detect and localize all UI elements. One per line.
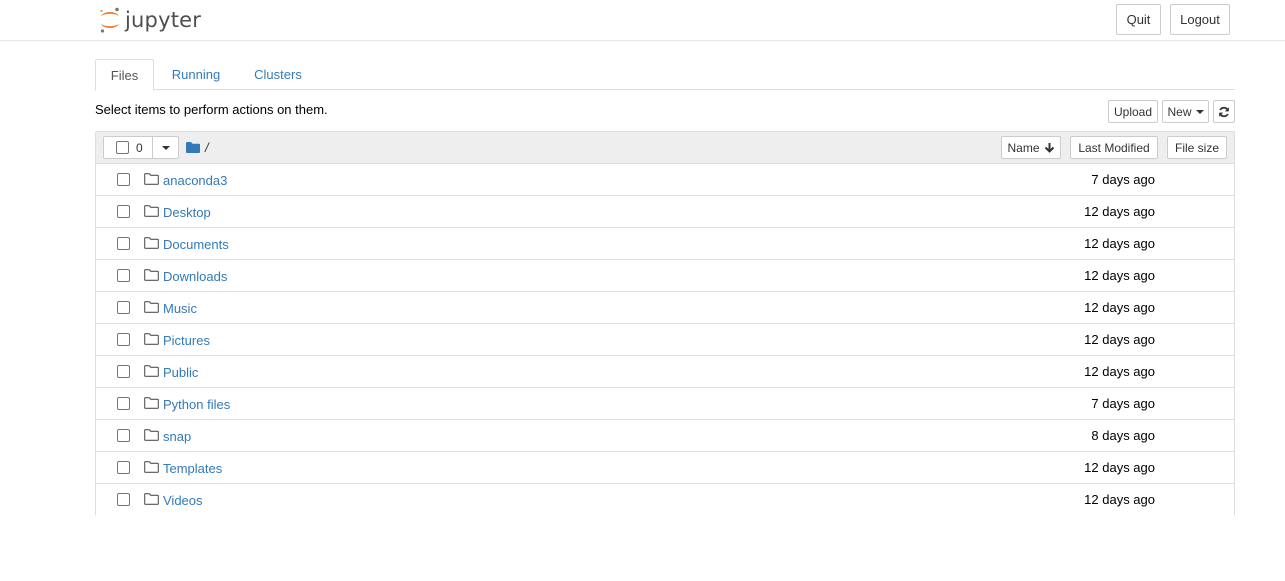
file-list-row[interactable]: Public 12 days ago <box>96 356 1234 388</box>
file-name-link[interactable]: Templates <box>163 461 222 476</box>
file-name-link[interactable]: Documents <box>163 237 229 252</box>
new-dropdown-button[interactable]: New <box>1162 100 1209 123</box>
file-name-link[interactable]: Music <box>163 301 197 316</box>
file-list-row[interactable]: Python files 7 days ago <box>96 388 1234 420</box>
folder-icon <box>144 333 159 348</box>
file-list-row[interactable]: Music 12 days ago <box>96 292 1234 324</box>
file-list-row[interactable]: snap 8 days ago <box>96 420 1234 452</box>
folder-icon <box>144 429 159 444</box>
jupyter-logo-icon <box>100 7 119 33</box>
sort-name-button[interactable]: Name <box>1001 136 1061 159</box>
breadcrumb-root[interactable]: / <box>205 140 209 155</box>
tab-bar: Files Running Clusters <box>95 59 1235 91</box>
logout-button[interactable]: Logout <box>1170 4 1230 35</box>
last-modified: 7 days ago <box>1091 172 1155 187</box>
sort-last-modified-button[interactable]: Last Modified <box>1070 136 1158 159</box>
folder-icon <box>144 461 159 476</box>
tab-files[interactable]: Files <box>95 59 154 91</box>
new-label: New <box>1167 104 1192 119</box>
file-list-row[interactable]: Templates 12 days ago <box>96 452 1234 484</box>
file-name-link[interactable]: snap <box>163 429 191 444</box>
folder-icon <box>144 301 159 316</box>
quit-button[interactable]: Quit <box>1116 4 1161 35</box>
refresh-icon <box>1219 106 1229 117</box>
arrow-down-icon <box>1044 143 1054 153</box>
row-checkbox[interactable] <box>117 237 130 250</box>
folder-icon <box>144 493 159 508</box>
file-list-row[interactable]: anaconda3 7 days ago <box>96 164 1234 196</box>
file-name-link[interactable]: anaconda3 <box>163 173 227 188</box>
row-checkbox[interactable] <box>117 397 130 410</box>
selection-hint: Select items to perform actions on them. <box>95 102 328 117</box>
last-modified: 12 days ago <box>1084 332 1155 347</box>
last-modified: 8 days ago <box>1091 428 1155 443</box>
file-list-row[interactable]: Documents 12 days ago <box>96 228 1234 260</box>
folder-icon <box>144 397 159 412</box>
last-modified: 12 days ago <box>1084 460 1155 475</box>
list-header: 0 / Name Last Modified File size <box>96 132 1234 164</box>
file-name-link[interactable]: Public <box>163 365 198 380</box>
select-all-group: 0 <box>103 136 179 159</box>
row-checkbox[interactable] <box>117 333 130 346</box>
last-modified: 12 days ago <box>1084 204 1155 219</box>
refresh-button[interactable] <box>1213 100 1235 123</box>
logo-text: jupyter <box>125 8 202 32</box>
row-checkbox[interactable] <box>117 461 130 474</box>
folder-icon <box>144 365 159 380</box>
row-checkbox[interactable] <box>117 301 130 314</box>
caret-down-icon <box>1195 109 1204 114</box>
breadcrumb[interactable]: / <box>186 140 209 155</box>
file-list-row[interactable]: Videos 12 days ago <box>96 484 1234 516</box>
folder-icon <box>186 142 200 153</box>
jupyter-logo[interactable]: jupyter <box>98 5 201 35</box>
select-menu-button[interactable] <box>153 137 178 158</box>
last-modified: 7 days ago <box>1091 396 1155 411</box>
folder-icon <box>144 205 159 220</box>
row-checkbox[interactable] <box>117 269 130 282</box>
row-checkbox[interactable] <box>117 173 130 186</box>
upload-button[interactable]: Upload <box>1108 100 1158 123</box>
file-name-link[interactable]: Downloads <box>163 269 227 284</box>
selected-count: 0 <box>136 140 143 155</box>
folder-icon <box>144 269 159 284</box>
file-list-row[interactable]: Pictures 12 days ago <box>96 324 1234 356</box>
file-list-row[interactable]: Desktop 12 days ago <box>96 196 1234 228</box>
row-checkbox[interactable] <box>117 429 130 442</box>
row-checkbox[interactable] <box>117 365 130 378</box>
file-name-link[interactable]: Videos <box>163 493 203 508</box>
folder-icon <box>144 237 159 252</box>
last-modified: 12 days ago <box>1084 300 1155 315</box>
row-checkbox[interactable] <box>117 493 130 506</box>
last-modified: 12 days ago <box>1084 492 1155 507</box>
tab-clusters[interactable]: Clusters <box>245 59 311 90</box>
last-modified: 12 days ago <box>1084 236 1155 251</box>
file-list: 0 / Name Last Modified File size anacond… <box>95 131 1235 516</box>
file-name-link[interactable]: Pictures <box>163 333 210 348</box>
file-name-link[interactable]: Desktop <box>163 205 211 220</box>
sort-file-size-button[interactable]: File size <box>1167 136 1227 159</box>
header-bar: jupyter Quit Logout <box>0 0 1285 41</box>
file-name-link[interactable]: Python files <box>163 397 230 412</box>
file-list-row[interactable]: Downloads 12 days ago <box>96 260 1234 292</box>
folder-icon <box>144 173 159 188</box>
row-checkbox[interactable] <box>117 205 130 218</box>
sort-name-label: Name <box>1007 140 1040 155</box>
tab-running[interactable]: Running <box>163 59 229 90</box>
last-modified: 12 days ago <box>1084 364 1155 379</box>
caret-down-icon <box>161 145 170 150</box>
select-all-checkbox[interactable] <box>116 141 129 154</box>
select-all-toggle[interactable]: 0 <box>104 137 153 158</box>
last-modified: 12 days ago <box>1084 268 1155 283</box>
